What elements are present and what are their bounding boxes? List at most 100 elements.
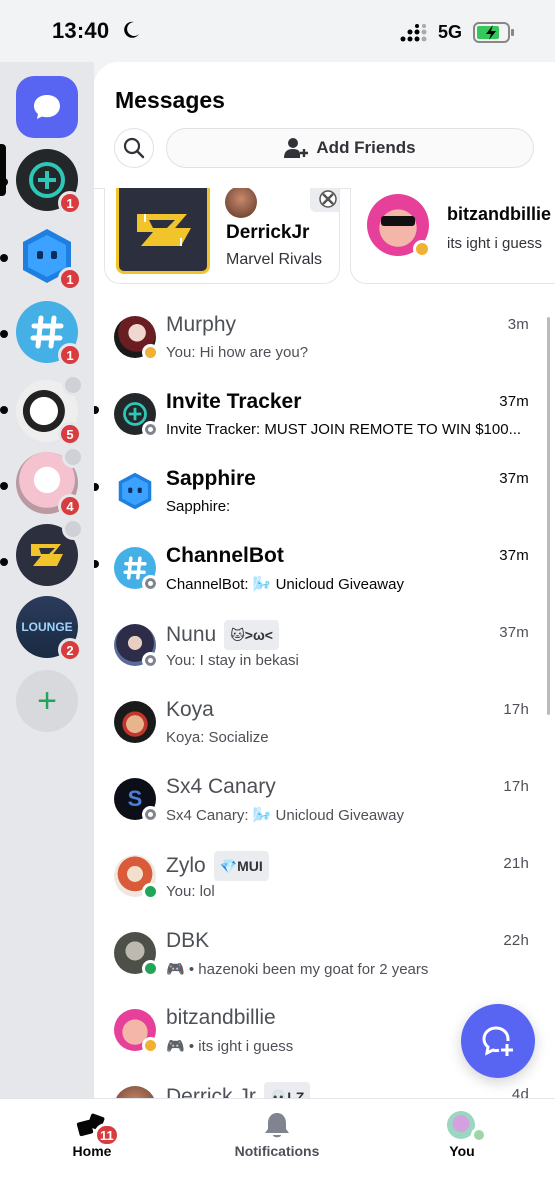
status-indicator: [142, 652, 159, 669]
speaker-icon: [62, 446, 84, 468]
server-rail: 1 1 1 5 4 LOUNGE 2 +: [0, 62, 94, 1100]
add-server-button[interactable]: +: [16, 670, 78, 732]
dm-row-invite-tracker[interactable]: Invite Tracker Invite Tracker: MUST JOIN…: [94, 389, 555, 466]
activity-card[interactable]: bitzandbillie its ight i guess: [350, 188, 555, 284]
server-tag: 🐱>ω<: [224, 620, 279, 650]
network-label: 5G: [438, 22, 463, 42]
unread-pip: [0, 178, 8, 186]
status-bar: 13:40 5G: [0, 0, 555, 62]
clock: 13:40: [52, 18, 110, 43]
dm-row-channelbot[interactable]: ChannelBot ChannelBot: 🌬️ Unicloud Givea…: [94, 543, 555, 620]
dm-name: ChannelBot: [166, 544, 284, 567]
status-indicator: [142, 421, 159, 438]
server-lounge[interactable]: LOUNGE 2: [16, 596, 82, 662]
dm-row-nunu[interactable]: Nunu 🐱>ω< You: I stay in bekasi 37m: [94, 620, 555, 697]
dm-name: Nunu 🐱>ω<: [166, 620, 279, 650]
dm-name: Koya: [166, 698, 214, 721]
mention-badge: 1: [58, 191, 82, 215]
search-icon: [123, 137, 145, 159]
dm-preview: You: I stay in bekasi: [166, 652, 299, 669]
mention-badge: 1: [58, 343, 82, 367]
activity-card[interactable]: DerrickJr Marvel Rivals: [104, 188, 340, 284]
dm-time: 3m: [507, 316, 529, 333]
scrollbar[interactable]: [547, 317, 550, 715]
add-friends-button[interactable]: Add Friends: [166, 128, 534, 168]
server-marvel-rivals[interactable]: [16, 518, 84, 586]
dm-name: bitzandbillie: [166, 1006, 276, 1029]
bottom-nav: 11 Home Notifications You: [0, 1098, 555, 1200]
dm-name: Zylo 💎MUI: [166, 851, 269, 881]
avatar: S: [114, 778, 159, 823]
avatar: [114, 1009, 159, 1054]
activity-game-name: Marvel Rivals: [226, 251, 323, 268]
server-kitty[interactable]: 4: [16, 446, 84, 518]
dm-preview: You: lol: [166, 883, 215, 900]
server-anime[interactable]: 5: [16, 374, 84, 446]
lounge-label: LOUNGE: [21, 620, 73, 634]
unread-pip: [0, 558, 8, 566]
new-message-icon: [482, 1026, 513, 1056]
event-icon: [62, 374, 84, 396]
status-indicator: [471, 1127, 487, 1143]
chat-bubble-icon: [34, 95, 60, 119]
unread-pip: [94, 560, 99, 568]
direct-messages-button[interactable]: [16, 76, 78, 138]
dm-name: Sx4 Canary: [166, 775, 276, 798]
status-indicator: [142, 344, 159, 361]
status-indicator: [142, 960, 159, 977]
avatar: [114, 470, 156, 512]
avatar: [114, 932, 159, 977]
marvel-rivals-logo-icon: [31, 544, 63, 566]
avatar: [114, 855, 159, 900]
dm-name: Murphy: [166, 313, 237, 336]
dm-time: 21h: [503, 855, 529, 872]
dm-time: 37m: [499, 547, 529, 564]
dm-preview: Sapphire:: [166, 498, 231, 515]
dm-time: 37m: [499, 470, 529, 487]
dm-row-koya[interactable]: Koya Koya: Socialize 17h: [94, 697, 555, 774]
status-indicator: [142, 806, 159, 823]
activity-user-name: bitzandbillie: [447, 204, 552, 224]
mention-badge: 1: [58, 267, 82, 291]
avatar: [367, 194, 431, 258]
battery-icon: [473, 22, 514, 43]
search-button[interactable]: [114, 128, 154, 168]
avatar: [114, 316, 159, 361]
mention-badge: 2: [58, 638, 82, 662]
activity-status-text: its ight i guess: [447, 235, 543, 252]
tab-you-label: You: [449, 1143, 475, 1159]
unread-pip: [0, 406, 8, 414]
game-art: [116, 188, 210, 274]
xbox-icon: [310, 188, 339, 212]
dm-time: 37m: [499, 624, 529, 641]
status-indicator: [142, 883, 159, 900]
dm-time: 22h: [503, 932, 529, 949]
dm-preview: You: Hi how are you?: [166, 344, 309, 361]
dm-row-sapphire[interactable]: Sapphire Sapphire: 37m: [94, 466, 555, 543]
status-indicator: [142, 575, 159, 592]
add-friends-label: Add Friends: [316, 138, 416, 157]
dm-time: 17h: [503, 778, 529, 795]
avatar: [114, 701, 156, 743]
avatar: [114, 393, 159, 438]
tab-notifications[interactable]: Notifications: [217, 1099, 337, 1169]
selected-indicator: [0, 144, 6, 196]
new-message-button[interactable]: [461, 1004, 535, 1078]
dm-row-sx4-canary[interactable]: S Sx4 Canary Sx4 Canary: 🌬️ Unicloud Giv…: [94, 774, 555, 851]
dm-preview: ChannelBot: 🌬️ Unicloud Giveaway: [166, 576, 404, 593]
server-sapphire[interactable]: 1: [16, 225, 82, 291]
tab-you[interactable]: You: [402, 1099, 522, 1169]
server-invite-tracker[interactable]: 1: [16, 149, 82, 215]
tab-home[interactable]: 11 Home: [32, 1099, 152, 1169]
dm-row-dbk[interactable]: DBK 🎮 • hazenoki been my goat for 2 year…: [94, 928, 555, 1005]
avatar: [225, 188, 257, 218]
dm-name: DBK: [166, 929, 210, 952]
signal-icon: [400, 24, 427, 42]
dm-row-murphy[interactable]: Murphy You: Hi how are you? 3m: [94, 312, 555, 389]
unread-pip: [0, 482, 8, 490]
unread-pip: [94, 483, 99, 491]
dm-row-zylo[interactable]: Zylo 💎MUI You: lol 21h: [94, 851, 555, 928]
activity-user-name: DerrickJr: [226, 222, 310, 243]
bell-icon: [265, 1113, 289, 1138]
server-channelbot[interactable]: 1: [16, 301, 82, 367]
